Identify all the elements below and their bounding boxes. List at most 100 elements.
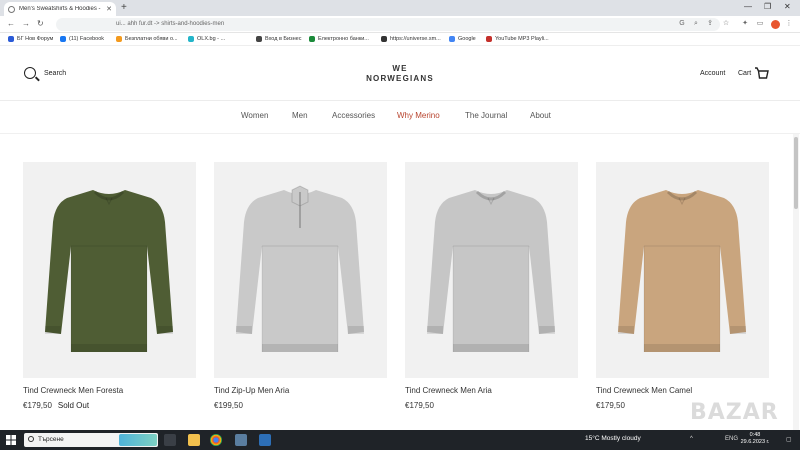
close-window-icon[interactable]: ✕	[784, 2, 791, 11]
bookmark-label: БГ Нов Форум	[17, 36, 54, 42]
bookmark-label: https://universe.sm...	[390, 36, 441, 42]
product-card[interactable]: Tind Crewneck Men Camel €179,50	[596, 162, 769, 410]
notifications-icon[interactable]: ▢	[786, 436, 792, 443]
browser-tab-strip: Men's Sweatshirts & Hoodies - ✕ + — ❐ ✕	[0, 0, 800, 16]
search-highlight-image[interactable]	[119, 434, 157, 446]
reload-icon[interactable]: ↻	[37, 19, 44, 28]
globe-icon	[8, 5, 15, 13]
nav-the-journal[interactable]: The Journal	[465, 111, 507, 120]
clock-date: 29.6.2023 г.	[740, 439, 770, 445]
product-price: €199,50	[214, 401, 243, 410]
logo-line-1: WE	[392, 64, 408, 73]
maximize-icon[interactable]: ❐	[764, 2, 771, 11]
file-explorer-icon[interactable]	[188, 434, 200, 446]
product-image[interactable]	[214, 162, 387, 378]
search-icon	[24, 67, 36, 79]
search-zoom-icon[interactable]: ⌕	[692, 20, 700, 28]
product-price-row: €179,50	[405, 401, 578, 410]
product-name[interactable]: Tind Crewneck Men Foresta	[23, 386, 196, 395]
bookmark-item[interactable]: Безплатни обяви о...	[116, 36, 178, 42]
bookmark-label: (11) Facebook	[69, 36, 105, 42]
back-icon[interactable]: ←	[7, 19, 15, 28]
bookmark-label: Вход в Бизнес	[265, 36, 302, 42]
watermark-logo: BAZAR	[690, 400, 779, 425]
bookmarks-bar: БГ Нов Форум (11) Facebook Безплатни обяви…	[0, 33, 800, 46]
sold-out-badge: Sold Out	[57, 401, 90, 410]
product-image[interactable]	[596, 162, 769, 378]
app-icon-2[interactable]	[259, 434, 271, 446]
product-card[interactable]: Tind Zip-Up Men Aria €199,50	[214, 162, 387, 410]
forward-icon[interactable]: →	[22, 19, 30, 28]
logo-line-2: NORWEGIANS	[366, 74, 434, 83]
search-button[interactable]: Search	[24, 67, 66, 79]
menu-icon[interactable]: ⋮	[785, 20, 793, 28]
bookmark-item[interactable]: Електронно банки...	[309, 36, 369, 42]
language-indicator[interactable]: ENG	[725, 436, 738, 442]
search-label: Search	[44, 69, 67, 77]
product-card[interactable]: Tind Crewneck Men Aria €179,50	[405, 162, 578, 410]
product-name[interactable]: Tind Crewneck Men Aria	[405, 386, 578, 395]
scrollbar-thumb[interactable]	[794, 137, 798, 209]
tray-chevron-icon[interactable]: ^	[690, 436, 693, 442]
bookmark-favicon-icon	[449, 36, 455, 42]
bookmark-item[interactable]: OLX.bg - ...	[188, 36, 225, 42]
product-name[interactable]: Tind Zip-Up Men Aria	[214, 386, 387, 395]
product-name[interactable]: Tind Crewneck Men Camel	[596, 386, 769, 395]
google-lens-icon[interactable]: G	[678, 20, 686, 28]
profile-avatar[interactable]	[771, 20, 780, 29]
product-image[interactable]	[23, 162, 196, 378]
bookmark-label: OLX.bg - ...	[197, 36, 226, 42]
product-price: €179,50	[23, 401, 52, 410]
bookmark-favicon-icon	[309, 36, 315, 42]
bookmark-star-icon[interactable]: ☆	[722, 20, 730, 28]
bookmark-favicon-icon	[188, 36, 194, 42]
extensions-icon[interactable]: ✦	[741, 20, 749, 28]
account-link[interactable]: Account	[700, 70, 725, 77]
tab-title: Men's Sweatshirts & Hoodies -	[19, 6, 101, 12]
bookmark-label: YouTube MP3 Playli...	[495, 36, 549, 42]
bookmark-item[interactable]: БГ Нов Форум	[8, 36, 53, 42]
bookmark-favicon-icon	[116, 36, 122, 42]
minimize-icon[interactable]: —	[744, 2, 752, 11]
address-bar[interactable]: ui... ahh fur.dt -> shirts-and-hoodies-m…	[56, 18, 720, 31]
nav-about[interactable]: About	[530, 111, 551, 120]
nav-accessories[interactable]: Accessories	[332, 111, 375, 120]
site-logo[interactable]: WE NORWEGIANS	[350, 64, 450, 84]
taskbar-search-placeholder: Търсене	[38, 436, 64, 443]
search-icon	[28, 436, 34, 442]
bookmark-item[interactable]: https://universe.sm...	[381, 36, 441, 42]
product-price-row: €179,50 Sold Out	[23, 401, 196, 410]
bookmark-item[interactable]: YouTube MP3 Playli...	[486, 36, 549, 42]
sidepanel-icon[interactable]: ▭	[756, 20, 764, 28]
bookmark-item[interactable]: Вход в Бизнес	[256, 36, 301, 42]
task-view-icon[interactable]	[164, 434, 176, 446]
new-tab-button[interactable]: +	[121, 2, 127, 14]
clock[interactable]: 0:48 29.6.2023 г.	[740, 432, 770, 446]
clock-time: 0:48	[749, 432, 761, 438]
windows-start-icon[interactable]	[6, 435, 16, 445]
close-tab-icon[interactable]: ✕	[106, 5, 112, 13]
bookmark-item[interactable]: Google	[449, 36, 476, 42]
nav-why-merino[interactable]: Why Merino	[397, 111, 440, 120]
bookmark-favicon-icon	[256, 36, 262, 42]
bookmark-label: Google	[458, 36, 476, 42]
chrome-icon[interactable]	[210, 434, 222, 446]
app-icon[interactable]	[235, 434, 247, 446]
product-price: €179,50	[405, 401, 434, 410]
bookmark-favicon-icon	[486, 36, 492, 42]
nav-divider	[0, 133, 800, 134]
nav-men[interactable]: Men	[292, 111, 308, 120]
nav-women[interactable]: Women	[241, 111, 268, 120]
cart-icon[interactable]	[754, 67, 769, 79]
bookmark-favicon-icon	[8, 36, 14, 42]
bookmark-item[interactable]: (11) Facebook	[60, 36, 104, 42]
browser-tab[interactable]: Men's Sweatshirts & Hoodies - ✕	[4, 2, 116, 16]
weather-widget[interactable]: 15°C Mostly cloudy	[585, 435, 641, 442]
bookmark-label: Безплатни обяви о...	[125, 36, 178, 42]
product-price: €179,50	[596, 401, 625, 410]
product-image[interactable]	[405, 162, 578, 378]
product-card[interactable]: Tind Crewneck Men Foresta €179,50 Sold Out	[23, 162, 196, 410]
share-icon[interactable]: ⇪	[706, 20, 714, 28]
cart-link[interactable]: Cart	[738, 70, 751, 77]
product-price-row: €199,50	[214, 401, 387, 410]
